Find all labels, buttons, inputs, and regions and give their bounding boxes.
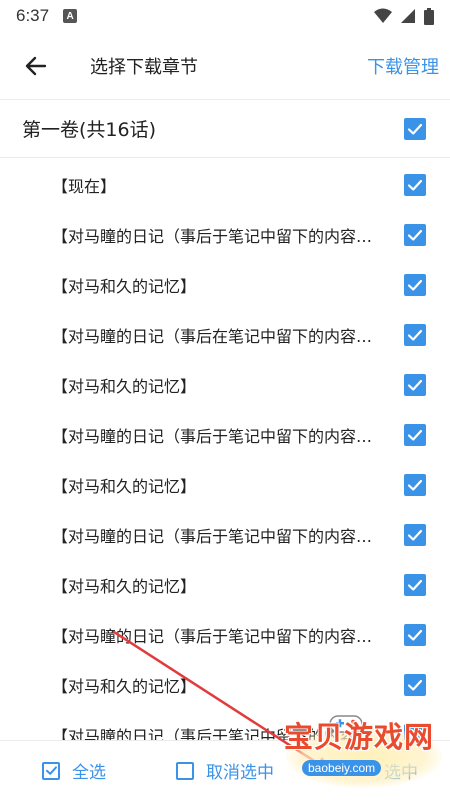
chapter-title: 【对马和久的记忆】: [52, 377, 197, 396]
chapter-checkbox[interactable]: [404, 624, 426, 646]
status-indicator: A: [63, 9, 78, 23]
chapter-title: 【对马和久的记忆】: [52, 277, 197, 296]
chapter-title: 【对马瞳的日记（事后于笔记中留下的内容…: [52, 227, 373, 246]
check-icon: [407, 279, 423, 291]
chapter-list[interactable]: 【现在】 【对马瞳的日记（事后于笔记中留下的内容… 【对马和久的记忆】 【对马瞳…: [0, 158, 450, 740]
chapter-row[interactable]: 【对马瞳的日记（事后于笔记中留下的内容…: [0, 510, 450, 560]
deselect-button[interactable]: 取消选中: [176, 758, 274, 783]
check-icon: [407, 429, 423, 441]
chapter-checkbox[interactable]: [404, 474, 426, 496]
chapter-title: 【对马瞳的日记（事后在笔记中留下的内容…: [52, 327, 373, 346]
check-icon: [407, 229, 423, 241]
chapter-checkbox[interactable]: [404, 174, 426, 196]
chapter-title: 【对马瞳的日记（事后于笔记中留下的内容…: [52, 427, 373, 446]
select-all-checkbox[interactable]: [42, 761, 60, 780]
download-manage-button[interactable]: 下载管理: [367, 53, 439, 79]
deselect-label: 取消选中: [206, 763, 274, 783]
check-icon: [407, 729, 423, 740]
volume-title: 第一卷(共16话): [22, 119, 157, 141]
chapter-title: 【对马瞳的日记（事后于笔记中留下的内容…: [52, 527, 373, 546]
check-icon: [407, 179, 423, 191]
chapter-row[interactable]: 【对马瞳的日记（事后于笔记中留下的内容…: [0, 410, 450, 460]
signal-icon: [401, 9, 415, 23]
chapter-title: 【对马瞳的日记（事后于笔记中留下的内容…: [52, 627, 373, 646]
back-button[interactable]: [14, 44, 58, 88]
chapter-title: 【现在】: [52, 177, 117, 196]
chapter-row[interactable]: 【对马和久的记忆】: [0, 660, 450, 710]
bottom-action-bar: 全选 取消选中 选中: [0, 740, 450, 800]
download-selected-button[interactable]: 选中: [384, 758, 418, 783]
chapter-row[interactable]: 【对马瞳的日记（事后于笔记中留下的内容…: [0, 610, 450, 660]
check-icon: [407, 479, 423, 491]
deselect-checkbox[interactable]: [176, 761, 194, 780]
check-icon: [407, 329, 423, 341]
app-bar: 选择下载章节 下载管理: [0, 32, 450, 100]
status-icons: [374, 7, 434, 25]
check-icon: [407, 379, 423, 391]
check-icon: [407, 579, 423, 591]
chapter-checkbox[interactable]: [404, 274, 426, 296]
chapter-row[interactable]: 【对马瞳的日记（事后于笔记中留下的内容…: [0, 210, 450, 260]
status-time: 6:37: [16, 6, 50, 25]
chapter-row[interactable]: 【现在】: [0, 160, 450, 210]
chapter-checkbox[interactable]: [404, 424, 426, 446]
arrow-left-icon: [25, 56, 47, 75]
chapter-checkbox[interactable]: [404, 574, 426, 596]
chapter-row[interactable]: 【对马瞳的日记（事后于笔记中留下的内容…: [0, 710, 450, 740]
page-title: 选择下载章节: [90, 56, 198, 78]
chapter-checkbox[interactable]: [404, 674, 426, 696]
check-icon: [407, 123, 423, 135]
chapter-title: 【对马和久的记忆】: [52, 477, 197, 496]
select-all-label: 全选: [72, 763, 106, 783]
wifi-icon: [374, 8, 392, 23]
chapter-row[interactable]: 【对马和久的记忆】: [0, 360, 450, 410]
chapter-row[interactable]: 【对马和久的记忆】: [0, 260, 450, 310]
chapter-title: 【对马和久的记忆】: [52, 577, 197, 596]
chapter-checkbox[interactable]: [404, 224, 426, 246]
chapter-checkbox[interactable]: [404, 324, 426, 346]
chapter-row[interactable]: 【对马瞳的日记（事后在笔记中留下的内容…: [0, 310, 450, 360]
check-icon: [407, 679, 423, 691]
chapter-title: 【对马瞳的日记（事后于笔记中留下的内容…: [52, 727, 373, 740]
check-icon: [407, 529, 423, 541]
chapter-row[interactable]: 【对马和久的记忆】: [0, 460, 450, 510]
chapter-title: 【对马和久的记忆】: [52, 677, 197, 696]
status-bar: 6:37 A: [0, 0, 450, 32]
volume-checkbox[interactable]: [404, 117, 426, 140]
chapter-checkbox[interactable]: [404, 524, 426, 546]
chapter-row[interactable]: 【对马和久的记忆】: [0, 560, 450, 610]
check-icon: [45, 766, 57, 775]
select-all-button[interactable]: 全选: [42, 758, 106, 783]
check-icon: [407, 629, 423, 641]
volume-header[interactable]: 第一卷(共16话): [0, 100, 450, 158]
download-selected-label: 选中: [384, 763, 418, 783]
chapter-checkbox[interactable]: [404, 374, 426, 396]
battery-icon: [424, 7, 434, 25]
chapter-checkbox[interactable]: [404, 724, 426, 740]
